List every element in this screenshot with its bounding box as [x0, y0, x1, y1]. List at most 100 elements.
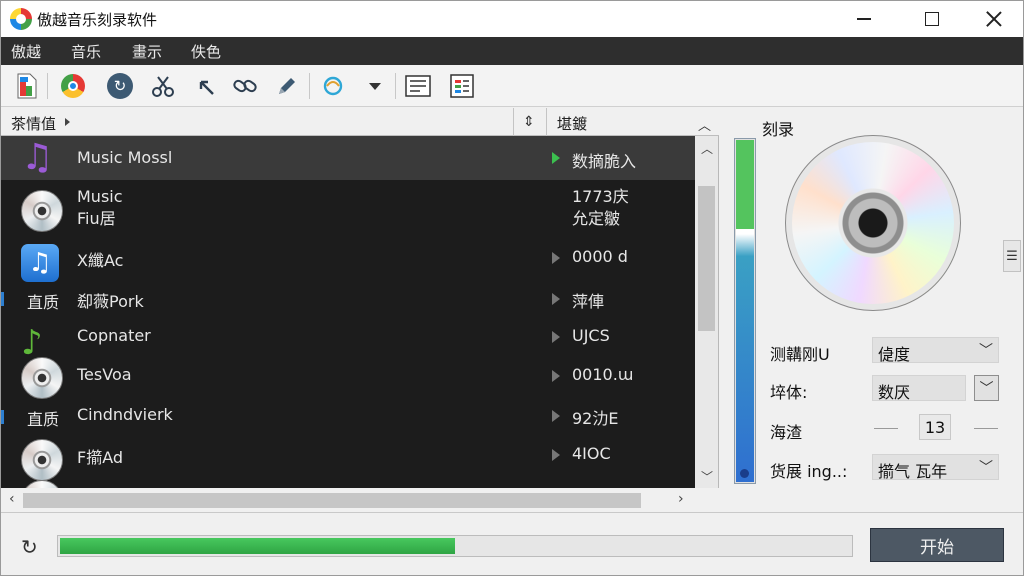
chevron-down-icon[interactable]: ﹀	[974, 375, 999, 401]
list-item[interactable]	[1, 480, 695, 488]
dropdown-icon[interactable]	[361, 72, 389, 100]
file-status: 萍俥	[572, 292, 605, 311]
close-button[interactable]	[971, 1, 1017, 37]
maximize-icon	[925, 12, 939, 26]
row-prefix: 直质	[27, 410, 60, 429]
cd-disc-icon	[21, 439, 65, 483]
close-icon	[986, 11, 1002, 27]
play-status-icon	[552, 152, 560, 164]
list-item[interactable]: 直质 㕁薇Pork 萍俥	[1, 286, 695, 324]
list-view-icon[interactable]	[404, 72, 432, 100]
file-list: ♫ Music Mossl 数摘脆入 Music Fiu居 1773庆 允定皺 …	[1, 136, 695, 488]
file-status: 0000 d	[572, 247, 628, 266]
minimize-button[interactable]	[841, 1, 887, 37]
toolbar-separator	[395, 73, 396, 99]
menu-item-2[interactable]: 音乐	[71, 41, 101, 62]
column-divider[interactable]	[546, 108, 547, 136]
back-arrow-icon[interactable]	[191, 72, 219, 100]
column-header-name[interactable]: 茶情值	[11, 113, 56, 134]
row-prefix: 直质	[27, 293, 60, 312]
file-name: 㕁薇Pork	[77, 292, 144, 311]
vertical-scrollbar[interactable]: ︿ ﹀	[695, 136, 718, 488]
scroll-left-icon[interactable]: ‹	[9, 491, 15, 507]
column-header-status[interactable]: 堪鍍	[557, 113, 587, 134]
maximize-button[interactable]	[909, 1, 955, 37]
file-name: Copnater	[77, 326, 151, 345]
start-button[interactable]: 开始	[870, 528, 1004, 562]
menu-item-1[interactable]: 傲越	[11, 41, 41, 62]
add-file-icon[interactable]	[13, 72, 41, 100]
row-marker	[1, 292, 4, 306]
collapse-up-icon[interactable]: ︿	[698, 115, 711, 134]
burn-panel-title: 刻录	[762, 120, 795, 139]
scroll-down-icon[interactable]: ﹀	[701, 468, 713, 485]
option-value: 擶气 瓦年	[878, 462, 948, 481]
file-name: X纖Ac	[77, 251, 124, 270]
list-item[interactable]: ♪ Copnater UJCS	[1, 323, 695, 364]
status-footer: ↻ 开始	[1, 512, 1023, 575]
scroll-thumb[interactable]	[698, 186, 715, 331]
scroll-up-icon[interactable]: ︿	[701, 140, 713, 157]
file-name: Music Mossl	[77, 148, 173, 167]
file-status: 4IOC	[572, 444, 611, 463]
refresh-icon[interactable]: ↻	[106, 72, 134, 100]
cd-disc-icon	[21, 357, 65, 401]
list-item[interactable]: ♫ Music Mossl 数摘脆入	[1, 136, 695, 180]
play-status-icon	[552, 252, 560, 264]
toolbar-separator	[309, 73, 310, 99]
option-select[interactable]: 数厌	[872, 375, 966, 402]
pen-icon[interactable]	[273, 72, 301, 100]
play-status-icon	[552, 449, 560, 461]
menu-item-4[interactable]: 佚色	[191, 41, 221, 62]
link-icon[interactable]	[231, 72, 259, 100]
file-name: Cindndvierk	[77, 405, 173, 424]
list-item[interactable]: ♫ X纖Ac 0000 d	[1, 242, 695, 286]
progress-fill	[60, 538, 455, 554]
main-window: 傲越音乐刻录软件 傲越 音乐 畫示 佚色 ↻ 茶情值 ⇕ 堪鍍 ︿ ♫ Musi…	[0, 0, 1024, 576]
file-name: F擶Ad	[77, 448, 124, 467]
chrome-icon[interactable]	[59, 72, 87, 100]
list-item[interactable]: 直质 Cindndvierk 92氻E	[1, 404, 695, 442]
option-stepper[interactable]: 13	[919, 414, 951, 440]
spin-decrease[interactable]	[874, 428, 898, 429]
scroll-thumb[interactable]	[23, 493, 641, 508]
file-status: 92氻E	[572, 409, 619, 428]
menu-item-3[interactable]: 畫示	[132, 41, 162, 62]
column-divider[interactable]	[513, 108, 514, 136]
option-label: 货展 ing..:	[770, 462, 848, 481]
sync-icon[interactable]	[319, 72, 347, 100]
play-status-icon	[552, 331, 560, 343]
details-view-icon[interactable]	[448, 72, 476, 100]
option-select[interactable]: 擶气 瓦年 ﹀	[872, 454, 999, 481]
file-name: Music Fiu居	[77, 187, 123, 228]
music-note-icon: ♫	[21, 244, 65, 288]
option-label: 测韝刚U	[770, 345, 830, 364]
level-meter-knob[interactable]	[740, 469, 749, 478]
cut-icon[interactable]	[149, 72, 177, 100]
option-value: 数厌	[878, 383, 911, 402]
cd-disc-icon	[785, 135, 961, 311]
chevron-down-icon: ﹀	[979, 343, 993, 359]
sort-icon[interactable]: ⇕	[523, 114, 535, 130]
burn-panel: 刻录 ☰ 测韝刚U 偼度 ﹀ 埣体: 数厌 ﹀ 海渣 13 货展 ing..: …	[720, 108, 1023, 512]
list-header: 茶情值 ⇕ 堪鍍 ︿	[1, 108, 719, 136]
minimize-icon	[857, 18, 871, 20]
file-name: TesVoa	[77, 365, 132, 384]
list-item[interactable]: Music Fiu居 1773庆 允定皺	[1, 180, 695, 242]
file-status: 1773庆 允定皺	[572, 187, 629, 228]
horizontal-scrollbar[interactable]: ‹ ›	[1, 488, 719, 512]
expand-arrow-icon[interactable]	[65, 118, 70, 126]
file-list-pane: 茶情值 ⇕ 堪鍍 ︿ ♫ Music Mossl 数摘脆入 Music Fiu居…	[1, 108, 719, 512]
list-item[interactable]: F擶Ad 4IOC	[1, 439, 695, 483]
spin-increase[interactable]	[974, 428, 998, 429]
loop-icon[interactable]: ↻	[21, 535, 43, 559]
play-status-icon	[552, 293, 560, 305]
list-item[interactable]: TesVoa 0010.ɯ	[1, 357, 695, 404]
option-select[interactable]: 偼度 ﹀	[872, 337, 999, 364]
row-marker	[1, 410, 4, 424]
panel-grip-icon[interactable]: ☰	[1003, 240, 1021, 272]
play-status-icon	[552, 410, 560, 422]
file-status: 数摘脆入	[572, 152, 637, 171]
scroll-right-icon[interactable]: ›	[678, 491, 684, 507]
burn-progress-bar	[57, 535, 853, 557]
